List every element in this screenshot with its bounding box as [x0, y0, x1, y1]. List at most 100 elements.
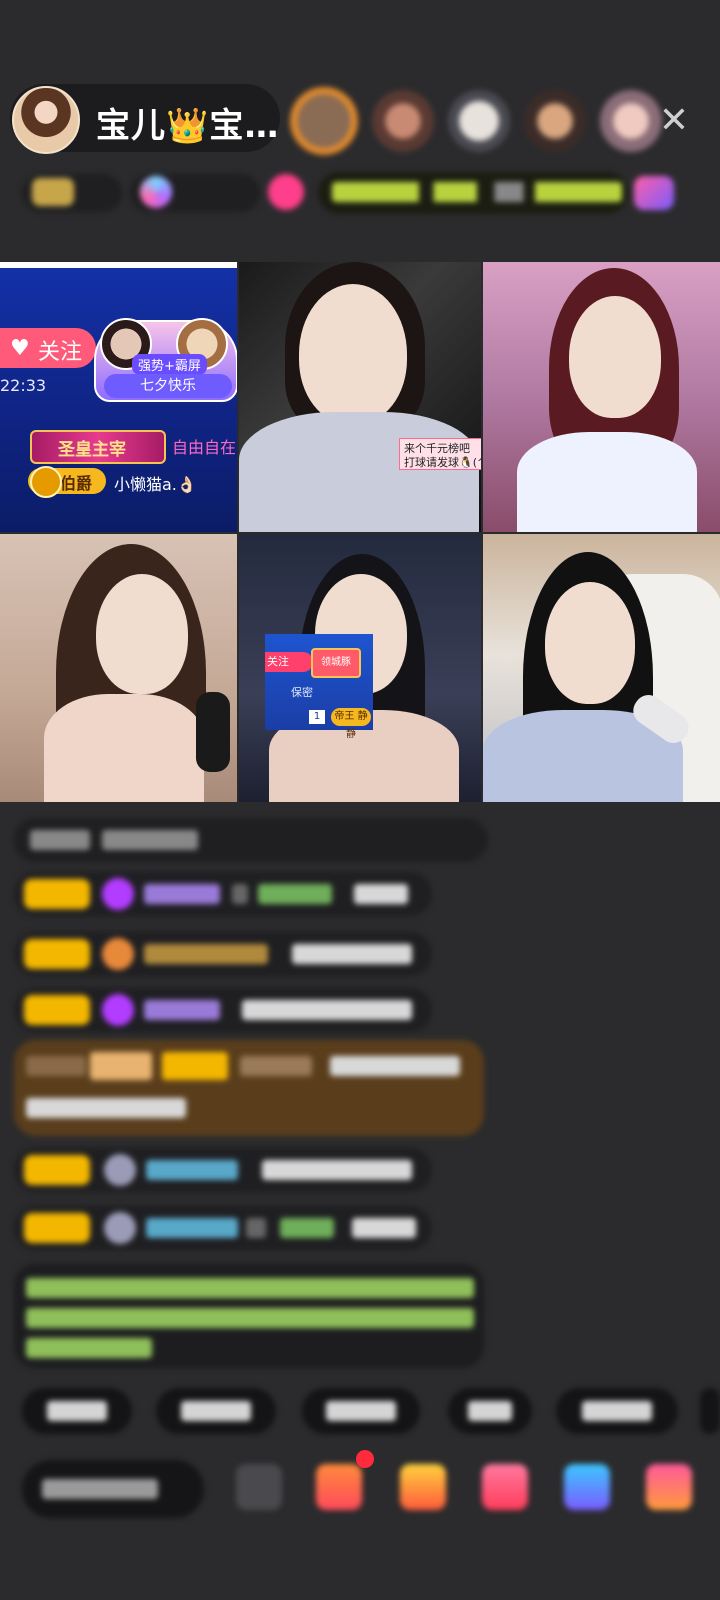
request-sticker: 来个千元榜吧 打球请发球🐧(^ [399, 438, 481, 470]
activity-icon[interactable] [634, 176, 674, 210]
viewer-avatar-list [290, 87, 662, 155]
gift-box-icon[interactable] [316, 1464, 362, 1510]
chat-text [352, 1218, 416, 1238]
chat-username [146, 1218, 238, 1238]
level-badge [24, 995, 90, 1025]
rank-username: 自由自在 [172, 438, 237, 457]
notice-text [26, 1338, 152, 1358]
fan-club-icon[interactable] [400, 1464, 446, 1510]
mini-row-text: 保密 [265, 682, 373, 702]
gem-icon [102, 938, 134, 970]
level-badge [24, 1213, 90, 1243]
viewer-avatar[interactable] [372, 90, 434, 152]
rank-badge: 圣皇主宰 [30, 430, 166, 464]
notice-text [26, 1308, 474, 1328]
quick-reply-text [181, 1401, 251, 1421]
mini-follow-button: 关注 [265, 652, 313, 672]
mini-row-badges: 1 帝王 静静 [265, 706, 373, 740]
chat-text [30, 830, 90, 850]
chat-username [144, 1000, 220, 1020]
gem-icon [102, 878, 134, 910]
microphone-icon [196, 692, 230, 772]
level-badge [24, 939, 90, 969]
couple-tag: 强势+霸屏 [132, 354, 207, 375]
video-cell-2[interactable]: 来个千元榜吧 打球请发球🐧(^ [239, 262, 481, 532]
gem-icon [104, 1154, 136, 1186]
mini-chat-panel: 关注 领城豚 保密 1 帝王 静静 [265, 634, 373, 740]
streamer-face [545, 582, 635, 704]
game-icon[interactable] [564, 1464, 610, 1510]
quick-reply-chip[interactable] [156, 1388, 276, 1434]
streamer-face [569, 296, 661, 418]
chat-input-placeholder [42, 1479, 158, 1499]
system-label [26, 1056, 86, 1076]
gem-icon [104, 1212, 136, 1244]
streamer-shirt [239, 412, 479, 532]
chat-text [262, 1160, 412, 1180]
noble-badge-label: 伯爵 [60, 474, 93, 493]
notice-text [26, 1278, 474, 1298]
chat-text [232, 884, 248, 904]
viewer-avatar[interactable] [600, 90, 662, 152]
video-cell-5[interactable]: 关注 领城豚 保密 1 帝王 静静 [239, 534, 481, 802]
quick-reply-chip[interactable] [22, 1388, 132, 1434]
chat-text [26, 1098, 186, 1118]
rank-badge-label: 圣皇主宰 [58, 440, 126, 460]
streamer-top [517, 432, 697, 532]
follow-button[interactable]: ♥ 关注 [0, 328, 96, 368]
video-cell-3[interactable] [483, 262, 720, 532]
timestamp: 22:33 [0, 376, 47, 395]
quick-reply-chip[interactable] [302, 1388, 420, 1434]
chat-username [258, 884, 332, 904]
video-cell-1[interactable]: ♥ 关注 强势+霸屏 七夕快乐 22:33 圣皇主宰 自由自在 伯爵 小懒猫a.… [0, 262, 237, 532]
level-icon [32, 178, 74, 206]
close-icon[interactable]: ✕ [654, 101, 694, 141]
streamer-shoulders [44, 694, 204, 802]
gem-icon [102, 994, 134, 1026]
quick-reply-text [47, 1401, 107, 1421]
cell-top-edge [0, 262, 237, 268]
video-cell-6[interactable] [483, 534, 720, 802]
mini-emperor-badge: 帝王 静静 [331, 708, 371, 740]
quick-reply-text [582, 1401, 652, 1421]
chat-text [246, 1218, 266, 1238]
streamer-face [299, 284, 407, 424]
multi-guest-video-grid: ♥ 关注 强势+霸屏 七夕快乐 22:33 圣皇主宰 自由自在 伯爵 小懒猫a.… [0, 262, 720, 802]
heart-gift-icon[interactable] [482, 1464, 528, 1510]
quick-reply-chip[interactable] [556, 1388, 678, 1434]
viewer-avatar[interactable] [448, 90, 510, 152]
chat-username [144, 884, 220, 904]
noble-username: 小懒猫a.👌🏻 [114, 475, 197, 494]
viewer-avatar[interactable] [524, 90, 586, 152]
chat-input[interactable] [22, 1460, 204, 1518]
chat-username [146, 1160, 238, 1180]
streamer-face [96, 574, 188, 694]
sticker-line-2: 打球请发球🐧(^ [404, 456, 481, 469]
follow-label: 关注 [38, 340, 83, 365]
chat-username [144, 944, 268, 964]
video-cell-4[interactable] [0, 534, 237, 802]
host-avatar[interactable] [12, 86, 80, 154]
chat-text [102, 830, 198, 850]
gift-icon[interactable] [268, 174, 304, 210]
emoji-icon[interactable] [236, 1464, 282, 1510]
quick-reply-text [468, 1401, 512, 1421]
quick-reply-chip[interactable] [448, 1388, 532, 1434]
stream-info-bar [22, 170, 692, 216]
host-name[interactable]: 宝儿👑宝… [96, 98, 279, 147]
system-message[interactable] [14, 1040, 484, 1136]
quick-reply-text [326, 1401, 396, 1421]
mini-row-label: 保密 [291, 686, 313, 699]
topic-icon [140, 176, 172, 208]
announcement-text [332, 182, 622, 202]
system-badge [162, 1052, 228, 1080]
level-badge [24, 879, 90, 909]
quick-reply-chip[interactable] [700, 1388, 720, 1434]
chat-username [240, 1056, 312, 1076]
viewer-avatar[interactable] [290, 87, 358, 155]
chat-text [292, 944, 412, 964]
couple-caption: 七夕快乐 [104, 374, 232, 398]
system-badge [90, 1052, 152, 1080]
more-icon[interactable] [646, 1464, 692, 1510]
chat-username [280, 1218, 334, 1238]
